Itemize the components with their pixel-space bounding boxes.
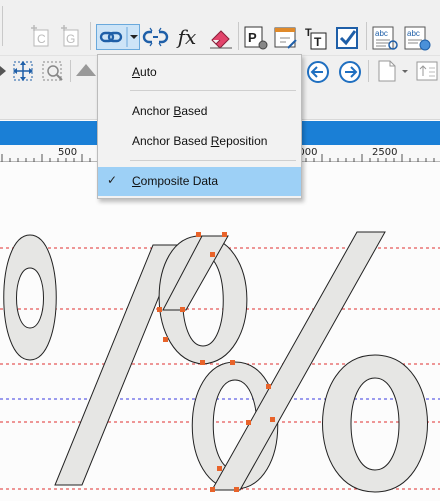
menu-item-anchor-based[interactable]: Anchor Based bbox=[98, 97, 301, 125]
checkbox-button[interactable] bbox=[333, 24, 361, 52]
toolbar-separator bbox=[2, 6, 3, 46]
link-mode-dropdown-menu: Auto Anchor Based Anchor Based Repositio… bbox=[97, 54, 302, 199]
glyph-edit-canvas[interactable] bbox=[0, 162, 440, 501]
link-mode-split-button[interactable] bbox=[96, 24, 140, 50]
link-icon bbox=[99, 27, 138, 47]
formula-button[interactable]: fx bbox=[172, 24, 202, 50]
curve-tool-button[interactable] bbox=[74, 58, 98, 84]
arrow-left-circle-icon bbox=[307, 61, 329, 83]
edit-window-icon bbox=[274, 27, 297, 49]
partial-button[interactable] bbox=[0, 58, 8, 84]
properties-icon: P bbox=[244, 26, 268, 50]
eraser-button[interactable] bbox=[206, 24, 236, 50]
move-icon bbox=[13, 61, 33, 81]
ruler-label-500: 500 bbox=[58, 147, 78, 158]
unlink-button[interactable] bbox=[142, 24, 170, 50]
add-component-g-icon: G bbox=[61, 25, 79, 47]
menu-separator bbox=[130, 90, 296, 91]
curve-tool-icon bbox=[76, 64, 96, 76]
arrow-right-circle-icon bbox=[339, 61, 361, 83]
edit-window-button[interactable] bbox=[272, 24, 300, 52]
add-component-c-icon: C bbox=[31, 25, 49, 47]
text-button[interactable]: T T bbox=[302, 24, 330, 52]
glyph-drawing bbox=[0, 231, 440, 493]
menu-item-label: Anchor Based Reposition bbox=[132, 134, 268, 148]
new-document-dropdown[interactable] bbox=[374, 58, 410, 84]
svg-text:T: T bbox=[305, 27, 312, 39]
glyph-left-percent bbox=[3, 234, 181, 486]
text-icon: T T bbox=[305, 27, 327, 50]
spell-check-icon: abc bbox=[372, 26, 398, 50]
glyph-right-zero bbox=[322, 354, 428, 493]
svg-text:C: C bbox=[37, 32, 46, 46]
add-component-g-button[interactable]: G bbox=[60, 24, 84, 48]
toolbar-separator bbox=[368, 60, 369, 82]
glyph-editor-window: C G fx P T T abc abc 500 1000 2500 Auto … bbox=[0, 0, 440, 501]
menu-item-label: Auto bbox=[132, 65, 157, 79]
toolbar-separator bbox=[70, 60, 71, 82]
arrow-icon bbox=[0, 66, 6, 76]
menu-separator bbox=[130, 160, 296, 161]
fx-icon: fx bbox=[177, 25, 197, 49]
move-button[interactable] bbox=[10, 58, 36, 84]
main-toolbar: C G fx P T T abc abc bbox=[0, 0, 440, 56]
menu-item-composite-data[interactable]: ✓ Composite Data bbox=[98, 167, 301, 196]
spell-check-world-icon: abc bbox=[404, 26, 431, 51]
svg-text:P: P bbox=[248, 30, 257, 45]
eraser-icon bbox=[210, 30, 232, 49]
menu-item-auto[interactable]: Auto bbox=[98, 58, 301, 86]
toolbar-separator bbox=[366, 22, 367, 50]
checkmark-icon: ✓ bbox=[107, 173, 118, 187]
new-document-icon bbox=[378, 60, 408, 82]
spell-check-button[interactable]: abc bbox=[370, 24, 400, 52]
svg-text:G: G bbox=[66, 32, 75, 46]
toolbar-separator bbox=[90, 22, 91, 50]
previous-glyph-button[interactable] bbox=[304, 58, 332, 86]
svg-text:abc: abc bbox=[375, 29, 388, 38]
next-glyph-button[interactable] bbox=[336, 58, 364, 86]
add-component-c-button[interactable]: C bbox=[30, 24, 54, 48]
menu-item-label: Anchor Based bbox=[132, 104, 208, 118]
unlink-icon bbox=[142, 27, 169, 47]
menu-item-anchor-based-reposition[interactable]: Anchor Based Reposition bbox=[98, 127, 301, 155]
svg-text:T: T bbox=[314, 35, 322, 49]
spell-check-world-button[interactable]: abc bbox=[402, 24, 432, 52]
arrange-icon bbox=[416, 61, 438, 81]
zoom-select-icon bbox=[42, 61, 63, 81]
zoom-select-button[interactable] bbox=[40, 58, 66, 84]
arrange-button[interactable] bbox=[414, 58, 440, 84]
checkbox-icon bbox=[336, 27, 358, 49]
svg-text:abc: abc bbox=[407, 29, 420, 38]
properties-button[interactable]: P bbox=[242, 24, 270, 52]
toolbar-separator bbox=[238, 22, 239, 50]
ruler-label-2500: 2500 bbox=[372, 147, 398, 158]
menu-item-label: Composite Data bbox=[132, 174, 219, 188]
